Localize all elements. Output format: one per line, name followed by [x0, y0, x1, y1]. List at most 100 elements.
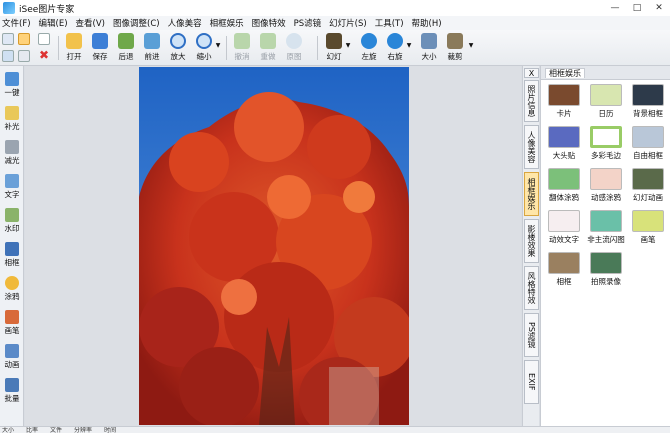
rotate-right-button[interactable]: 右旋	[384, 32, 406, 64]
back-button[interactable]: 后退	[115, 32, 137, 64]
menu-file[interactable]: 文件(F)	[2, 17, 31, 29]
effect-frame[interactable]: 相框	[543, 252, 585, 288]
tool-text[interactable]: 文字	[1, 172, 23, 204]
minimize-button[interactable]: —	[604, 0, 626, 16]
menu-adjust[interactable]: 图像调整(C)	[113, 17, 160, 29]
frame-fun-panel: 相框娱乐 卡片 日历 背景相框 大头贴 多彩毛边 自由相框 翻体涂鸦 动感涂鸦 …	[540, 66, 670, 426]
tool-one-click[interactable]: 一键	[1, 70, 23, 102]
open-button[interactable]: 打开	[63, 32, 85, 64]
save-button[interactable]: 保存	[89, 32, 111, 64]
menu-tools[interactable]: 工具(T)	[375, 17, 404, 29]
tab-studio-effects[interactable]: 影楼效果	[524, 219, 539, 263]
size-button[interactable]: 大小	[418, 32, 440, 64]
toolbar-separator	[226, 36, 227, 60]
menu-frame[interactable]: 相框娱乐	[210, 17, 244, 29]
slideshow-dropdown[interactable]: ▼	[343, 32, 353, 64]
menu-bar: 文件(F) 编辑(E) 查看(V) 图像调整(C) 人像美容 相框娱乐 图像特效…	[0, 16, 670, 30]
effect-animated-text[interactable]: 动效文字	[543, 210, 585, 246]
zoom-in-button[interactable]: 放大	[167, 32, 189, 64]
effect-card[interactable]: 卡片	[543, 84, 585, 120]
effect-dynamic-doodle[interactable]: 动感涂鸦	[585, 168, 627, 204]
effect-flash-gif[interactable]: 非主流闪图	[585, 210, 627, 246]
frame-icon	[5, 242, 19, 256]
palette-icon	[5, 276, 19, 290]
effect-brush[interactable]: 画笔	[627, 210, 669, 246]
chevron-down-icon: ▼	[406, 42, 412, 49]
tab-beauty[interactable]: 人像美容	[524, 125, 539, 169]
rotate-dropdown[interactable]: ▼	[404, 32, 414, 64]
resize-icon	[421, 33, 437, 49]
redo-button[interactable]: 重做	[257, 32, 279, 64]
panel-title: 相框娱乐	[545, 68, 585, 78]
slideshow-button[interactable]: 幻灯	[323, 32, 345, 64]
tab-ps-filter[interactable]: PS滤镜	[524, 313, 539, 357]
effect-camera-record[interactable]: 拍照录像	[585, 252, 627, 288]
effect-background-frame[interactable]: 背景相框	[627, 84, 669, 120]
delete-icon[interactable]: ✖	[38, 49, 50, 62]
effect-sticker[interactable]: 大头贴	[543, 126, 585, 162]
undo-button[interactable]: 撤消	[231, 32, 253, 64]
image-canvas[interactable]	[25, 66, 521, 426]
status-size: 大小	[2, 427, 15, 433]
zoom-out-button[interactable]: 缩小	[193, 32, 215, 64]
effect-color-edge[interactable]: 多彩毛边	[585, 126, 627, 162]
effect-doodle[interactable]: 翻体涂鸦	[543, 168, 585, 204]
window-controls: — □ ✕	[604, 0, 670, 16]
tool-fill-light[interactable]: 补光	[1, 104, 23, 136]
photo-back-icon	[118, 33, 134, 49]
rotate-left-button[interactable]: 左旋	[358, 32, 380, 64]
menu-edit[interactable]: 编辑(E)	[39, 17, 68, 29]
effect-calendar[interactable]: 日历	[585, 84, 627, 120]
panel-header: 相框娱乐	[541, 66, 670, 80]
tab-photo-info[interactable]: 照片信息	[524, 80, 539, 122]
maximize-button[interactable]: □	[626, 0, 648, 16]
crop-icon	[447, 33, 463, 49]
toolbar-separator	[58, 36, 59, 60]
close-panel-button[interactable]: X	[524, 68, 539, 78]
tool-brush[interactable]: 画笔	[1, 308, 23, 340]
menu-effects[interactable]: 图像特效	[252, 17, 286, 29]
frame-icon[interactable]	[38, 33, 50, 45]
floppy-icon	[92, 33, 108, 49]
menu-help[interactable]: 帮助(H)	[412, 17, 442, 29]
animation-icon	[5, 344, 19, 358]
close-button[interactable]: ✕	[648, 0, 670, 16]
menu-ps-filter[interactable]: PS滤镜	[294, 17, 322, 29]
app-logo-icon	[3, 2, 15, 14]
folder-icon	[66, 33, 82, 49]
crop-dropdown[interactable]: ▼	[466, 32, 476, 64]
tab-frame-fun[interactable]: 相框娱乐	[524, 172, 539, 216]
card-thumb	[548, 84, 580, 106]
status-resolution: 分辨率	[74, 427, 93, 433]
chevron-down-icon: ▼	[345, 42, 351, 49]
batch-icon	[5, 378, 19, 392]
hand-icon[interactable]	[18, 33, 30, 45]
tab-exif[interactable]: EXIF	[524, 360, 539, 404]
menu-slideshow[interactable]: 幻灯片(S)	[329, 17, 367, 29]
zoom-dropdown[interactable]: ▼	[213, 32, 223, 64]
panel-tabs: X 照片信息 人像美容 相框娱乐 影楼效果 风格特效 PS滤镜 EXIF	[522, 66, 539, 426]
sticker-thumb	[548, 126, 580, 148]
effect-slide-animation[interactable]: 幻灯动画	[627, 168, 669, 204]
tab-style-effects[interactable]: 风格特效	[524, 266, 539, 310]
forward-button[interactable]: 前进	[141, 32, 163, 64]
left-toolbar: 一键 补光 减光 文字 水印 相框 涂鸦 画笔 动画 批量	[0, 66, 24, 426]
menu-beauty[interactable]: 人像美容	[168, 17, 202, 29]
select-icon[interactable]	[2, 33, 14, 45]
tool-frame[interactable]: 相框	[1, 240, 23, 272]
crop-button[interactable]: 裁剪	[444, 32, 466, 64]
undo-icon	[234, 33, 250, 49]
fit-icon[interactable]	[2, 50, 14, 62]
status-bar: 大小 比率 文件 分辨率 时间	[0, 426, 670, 433]
tool-watermark[interactable]: 水印	[1, 206, 23, 238]
redo-icon	[260, 33, 276, 49]
tool-batch[interactable]: 批量	[1, 376, 23, 408]
grid-icon[interactable]	[18, 50, 30, 62]
tool-animation[interactable]: 动画	[1, 342, 23, 374]
effect-free-frame[interactable]: 自由相框	[627, 126, 669, 162]
menu-view[interactable]: 查看(V)	[76, 17, 105, 29]
tool-doodle[interactable]: 涂鸦	[1, 274, 23, 306]
doodle-thumb	[548, 168, 580, 190]
tool-reduce-light[interactable]: 减光	[1, 138, 23, 170]
restore-button[interactable]: 原图	[283, 32, 305, 64]
